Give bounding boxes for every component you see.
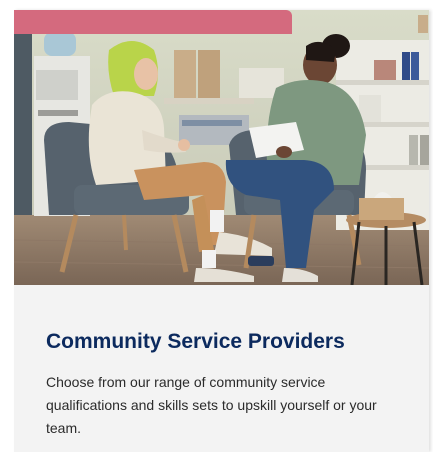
progress-bar — [14, 10, 429, 34]
page: Community Service Providers Choose from … — [0, 0, 433, 452]
card-image[interactable] — [14, 10, 429, 285]
progress-fill — [14, 10, 292, 34]
card-body: Community Service Providers Choose from … — [14, 285, 429, 452]
service-card[interactable]: Community Service Providers Choose from … — [14, 10, 429, 452]
card-description: Choose from our range of community servi… — [46, 374, 377, 436]
card-title[interactable]: Community Service Providers — [46, 329, 345, 355]
